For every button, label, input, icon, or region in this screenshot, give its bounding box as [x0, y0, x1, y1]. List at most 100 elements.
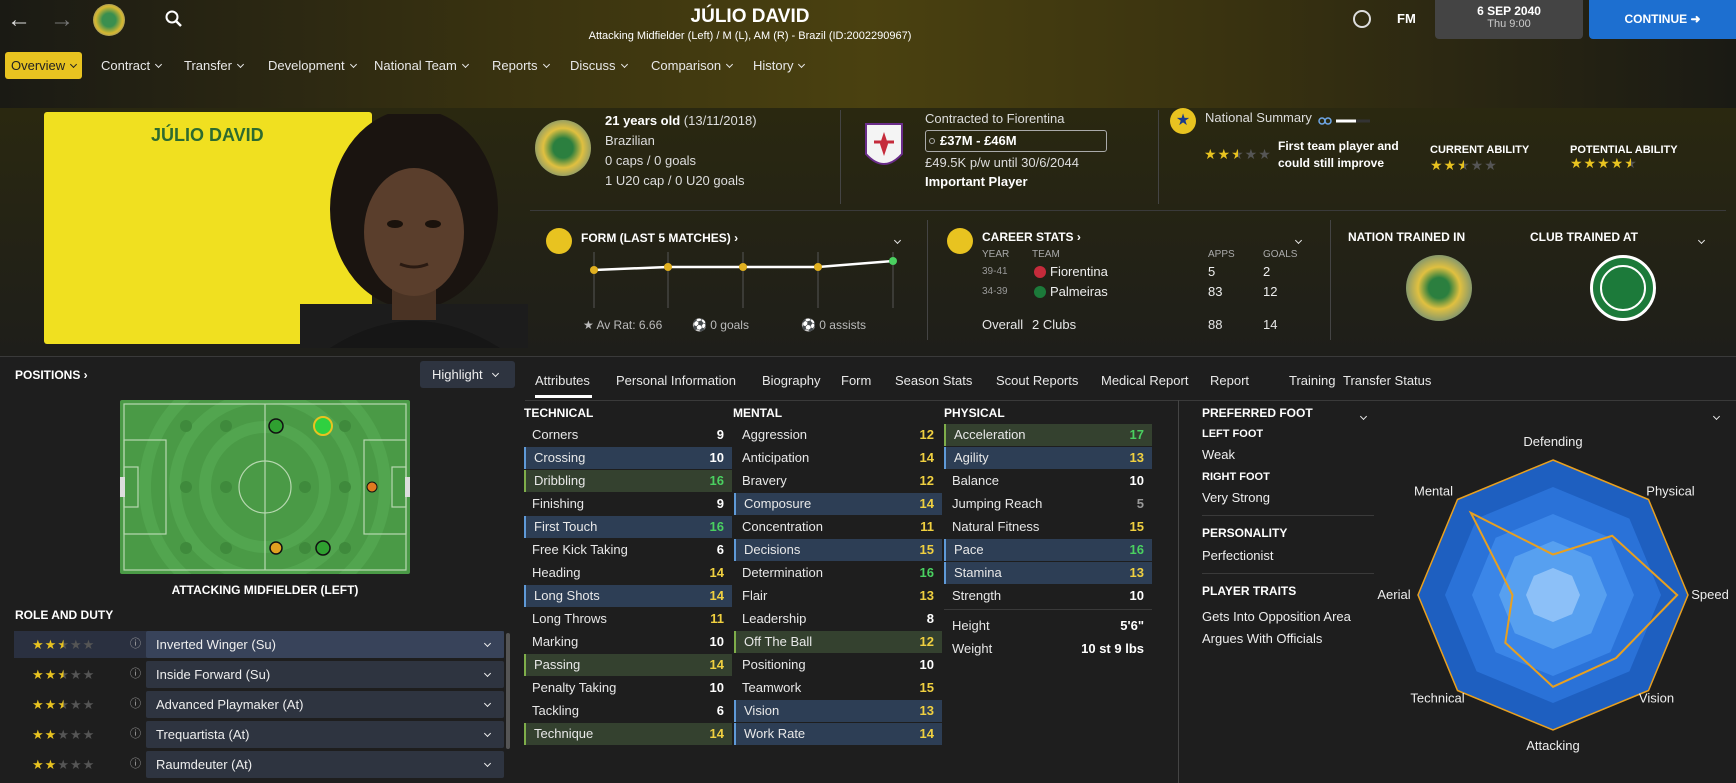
tab-attributes[interactable]: Attributes: [535, 368, 592, 398]
attribute-row[interactable]: Long Shots 14: [524, 585, 732, 607]
attribute-row[interactable]: Free Kick Taking 6: [524, 539, 732, 561]
menu-development[interactable]: Development: [262, 52, 362, 79]
highlight-dropdown[interactable]: Highlight: [420, 361, 515, 388]
info-icon[interactable]: ⓘ: [130, 751, 141, 778]
role-dropdown[interactable]: Advanced Playmaker (At): [146, 691, 504, 718]
info-icon[interactable]: ⓘ: [130, 691, 141, 718]
tab-personal-information[interactable]: Personal Information: [616, 368, 736, 398]
date-box[interactable]: 6 SEP 2040 Thu 9:00: [1435, 0, 1583, 39]
menu-overview[interactable]: Overview: [5, 52, 83, 79]
roles-scrollbar[interactable]: [506, 633, 510, 749]
menu-contract[interactable]: Contract: [95, 52, 167, 79]
role-dropdown[interactable]: Raumdeuter (At): [146, 751, 504, 778]
radar-expand-chevron-icon[interactable]: [1708, 410, 1721, 425]
attribute-row[interactable]: Corners 9: [524, 424, 732, 446]
attribute-row[interactable]: Positioning 10: [734, 654, 942, 676]
attribute-row[interactable]: Leadership 8: [734, 608, 942, 630]
info-icon[interactable]: ⓘ: [130, 661, 141, 688]
career-overall-label: Overall: [982, 317, 1024, 332]
attribute-row[interactable]: Off The Ball 12: [734, 631, 942, 653]
career-overall-goals: 14: [1263, 317, 1278, 332]
trained-expand-chevron-icon[interactable]: [1693, 234, 1706, 249]
menu-transfer[interactable]: Transfer: [178, 52, 249, 79]
attribute-row[interactable]: Vision 13: [734, 700, 942, 722]
tab-report[interactable]: Report: [1210, 368, 1249, 398]
info-icon[interactable]: ⓘ: [130, 631, 141, 658]
attribute-name: Long Shots: [534, 588, 600, 603]
role-row[interactable]: ★★★★★ ⓘ Trequartista (At): [14, 721, 504, 748]
attribute-row[interactable]: Teamwork 15: [734, 677, 942, 699]
menu-label: Transfer: [184, 58, 232, 73]
attribute-row[interactable]: Work Rate 14: [734, 723, 942, 745]
chevron-down-icon: [70, 60, 78, 69]
role-stars: ★★★★★: [32, 637, 96, 652]
menu-comparison[interactable]: Comparison: [645, 52, 738, 79]
attribute-row[interactable]: Marking 10: [524, 631, 732, 653]
menu-discuss[interactable]: Discuss: [564, 52, 633, 79]
attribute-row[interactable]: Acceleration 17: [944, 424, 1152, 446]
attribute-name: Tackling: [532, 703, 579, 718]
attribute-value: 14: [709, 726, 724, 741]
tab-form[interactable]: Form: [841, 368, 871, 398]
tab-transfer-status[interactable]: Transfer Status: [1343, 368, 1431, 398]
attribute-row[interactable]: Jumping Reach 5: [944, 493, 1152, 515]
squad-status: Important Player: [925, 174, 1028, 189]
attribute-row[interactable]: Aggression 12: [734, 424, 942, 446]
globe-icon[interactable]: [1353, 10, 1371, 28]
info-icon[interactable]: ⓘ: [130, 721, 141, 748]
tab-medical-report[interactable]: Medical Report: [1101, 368, 1188, 398]
continue-button[interactable]: CONTINUE ➜: [1589, 0, 1736, 39]
positions-title[interactable]: POSITIONS ›: [15, 368, 88, 382]
attribute-name: Agility: [954, 450, 989, 465]
menu-reports[interactable]: Reports: [486, 52, 555, 79]
tab-scout-reports[interactable]: Scout Reports: [996, 368, 1078, 398]
attribute-row[interactable]: Tackling 6: [524, 700, 732, 722]
role-row[interactable]: ★★★★★ ⓘ Inside Forward (Su): [14, 661, 504, 688]
role-row[interactable]: ★★★★★ ⓘ Advanced Playmaker (At): [14, 691, 504, 718]
foot-expand-chevron-icon[interactable]: [1355, 410, 1368, 425]
attribute-row[interactable]: Strength 10: [944, 585, 1152, 607]
attribute-row[interactable]: Natural Fitness 15: [944, 516, 1152, 538]
attribute-row[interactable]: First Touch 16: [524, 516, 732, 538]
role-row[interactable]: ★★★★★ ⓘ Raumdeuter (At): [14, 751, 504, 778]
form-title[interactable]: FORM (LAST 5 MATCHES) ›: [581, 231, 738, 245]
career-title[interactable]: CAREER STATS ›: [982, 230, 1081, 244]
attribute-row[interactable]: Passing 14: [524, 654, 732, 676]
menu-national-team[interactable]: National Team: [368, 52, 474, 79]
attribute-row[interactable]: Heading 14: [524, 562, 732, 584]
tab-training[interactable]: Training: [1289, 368, 1335, 398]
role-dropdown[interactable]: Inside Forward (Su): [146, 661, 504, 688]
role-row[interactable]: ★★★★★ ⓘ Inverted Winger (Su): [14, 631, 504, 658]
form-expand-chevron-icon[interactable]: [889, 234, 902, 249]
career-expand-chevron-icon[interactable]: [1290, 234, 1303, 249]
fm-logo[interactable]: FM: [1397, 11, 1416, 26]
role-dropdown[interactable]: Inverted Winger (Su): [146, 631, 504, 658]
right-foot-value: Very Strong: [1202, 490, 1270, 505]
attribute-row[interactable]: Balance 10: [944, 470, 1152, 492]
attribute-row[interactable]: Concentration 11: [734, 516, 942, 538]
attribute-row[interactable]: Decisions 15: [734, 539, 942, 561]
attribute-row[interactable]: Pace 16: [944, 539, 1152, 561]
tab-biography[interactable]: Biography: [762, 368, 821, 398]
attribute-row[interactable]: Anticipation 14: [734, 447, 942, 469]
attribute-row[interactable]: Composure 14: [734, 493, 942, 515]
attribute-row[interactable]: Determination 16: [734, 562, 942, 584]
attribute-row[interactable]: Long Throws 11: [524, 608, 732, 630]
attribute-row[interactable]: Bravery 12: [734, 470, 942, 492]
attribute-row[interactable]: Crossing 10: [524, 447, 732, 469]
attribute-row[interactable]: Agility 13: [944, 447, 1152, 469]
attribute-row[interactable]: Flair 13: [734, 585, 942, 607]
attribute-row[interactable]: Penalty Taking 10: [524, 677, 732, 699]
menu-history[interactable]: History: [747, 52, 810, 79]
career-year: 39-41: [982, 266, 1008, 277]
positions-title-text: POSITIONS: [15, 368, 81, 382]
attribute-row[interactable]: Technique 14: [524, 723, 732, 745]
attribute-row[interactable]: Finishing 9: [524, 493, 732, 515]
fiorentina-badge-icon[interactable]: [862, 120, 906, 176]
role-dropdown[interactable]: Trequartista (At): [146, 721, 504, 748]
chevron-down-icon: [483, 669, 492, 678]
tab-season-stats[interactable]: Season Stats: [895, 368, 972, 398]
arrow-right-icon: ➜: [1690, 12, 1701, 26]
attribute-row[interactable]: Stamina 13: [944, 562, 1152, 584]
attribute-row[interactable]: Dribbling 16: [524, 470, 732, 492]
